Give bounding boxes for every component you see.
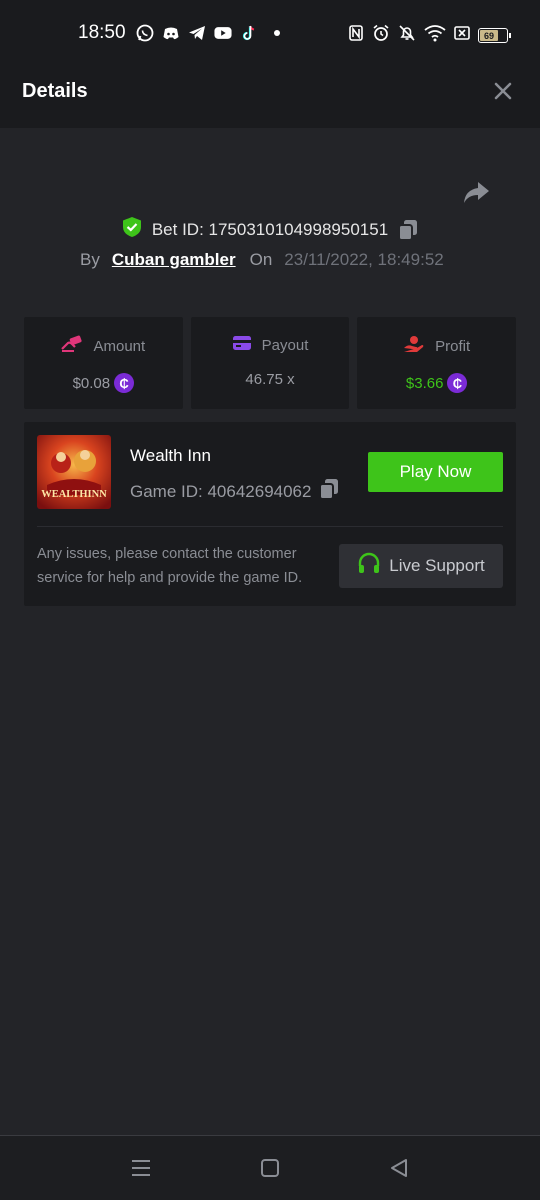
coin-icon: ₵ xyxy=(447,373,468,393)
username-link[interactable]: Cuban gambler xyxy=(112,250,236,270)
verified-shield-icon xyxy=(122,216,142,243)
bet-stats: Amount $0.08 ₵ Payout 46.75 x Profit $3.… xyxy=(24,317,517,409)
page-title: Details xyxy=(22,80,88,102)
by-label: By xyxy=(80,250,100,269)
nfc-icon xyxy=(348,24,364,47)
battery-level: 69 xyxy=(480,30,498,41)
amount-stat: Amount $0.08 ₵ xyxy=(24,317,183,409)
discord-icon xyxy=(162,24,180,42)
live-support-button[interactable]: Live Support xyxy=(339,544,503,588)
more-notifications-dot xyxy=(274,30,280,36)
close-button[interactable] xyxy=(492,80,514,102)
wifi-icon xyxy=(424,24,446,47)
profit-hand-icon xyxy=(403,335,425,357)
status-time: 18:50 xyxy=(78,22,126,43)
tiktok-icon xyxy=(240,24,258,42)
battery-indicator: 69 xyxy=(478,28,511,43)
payout-value: 46.75 x xyxy=(245,371,295,388)
divider xyxy=(37,526,503,527)
copy-bet-id-icon[interactable] xyxy=(398,219,418,241)
system-nav-bar xyxy=(0,1135,540,1200)
share-button[interactable] xyxy=(462,180,490,206)
play-now-button[interactable]: Play Now xyxy=(368,452,503,492)
game-card: WEALTHINN Wealth Inn Game ID: 4064269406… xyxy=(24,422,516,606)
whatsapp-icon xyxy=(136,24,154,42)
share-icon xyxy=(464,182,489,203)
telegram-icon xyxy=(188,24,206,42)
close-icon xyxy=(494,82,512,100)
on-label: On xyxy=(249,250,273,269)
money-hand-icon xyxy=(61,335,83,357)
profit-value: $3.66 xyxy=(405,374,444,392)
youtube-icon xyxy=(214,24,232,42)
profit-stat: Profit $3.66 ₵ xyxy=(357,317,517,409)
coin-icon: ₵ xyxy=(114,373,135,393)
live-support-label: Live Support xyxy=(389,556,485,575)
payout-stat: Payout 46.75 x xyxy=(190,317,350,409)
recent-apps-button[interactable] xyxy=(129,1156,153,1180)
game-id: Game ID: 40642694062 xyxy=(130,481,312,501)
card-icon xyxy=(232,335,252,355)
profit-label: Profit xyxy=(435,337,471,355)
bet-author-row: By Cuban gambler On 23/11/2022, 18:49:52 xyxy=(80,250,444,270)
system-icons: 69 xyxy=(348,24,511,47)
amount-label: Amount xyxy=(93,337,146,355)
game-name: Wealth Inn xyxy=(130,446,211,465)
back-triangle-icon xyxy=(391,1159,407,1177)
amount-value: $0.08 xyxy=(72,374,111,392)
headset-icon xyxy=(357,552,381,581)
bet-datetime: 23/11/2022, 18:49:52 xyxy=(284,250,444,269)
details-header: Details xyxy=(0,56,540,128)
home-square-icon xyxy=(261,1159,279,1177)
back-button[interactable] xyxy=(387,1156,411,1180)
game-thumbnail[interactable]: WEALTHINN xyxy=(37,435,111,509)
home-button[interactable] xyxy=(258,1156,282,1180)
notification-icons xyxy=(136,24,280,42)
copy-game-id-icon[interactable] xyxy=(319,478,339,505)
mute-bell-icon xyxy=(398,24,416,47)
menu-icon xyxy=(132,1160,150,1176)
game-logo-text: WEALTHINN xyxy=(41,489,107,500)
alarm-icon xyxy=(372,24,390,47)
status-bar: 18:50 69 xyxy=(0,0,540,56)
game-id-row: Game ID: 40642694062 xyxy=(130,478,339,505)
bet-id: Bet ID: 1750310104998950151 xyxy=(151,219,389,239)
bet-id-row: Bet ID: 1750310104998950151 xyxy=(0,216,540,243)
sim-off-icon xyxy=(454,25,470,46)
payout-label: Payout xyxy=(261,336,309,354)
support-help-text: Any issues, please contact the customer … xyxy=(37,546,303,586)
